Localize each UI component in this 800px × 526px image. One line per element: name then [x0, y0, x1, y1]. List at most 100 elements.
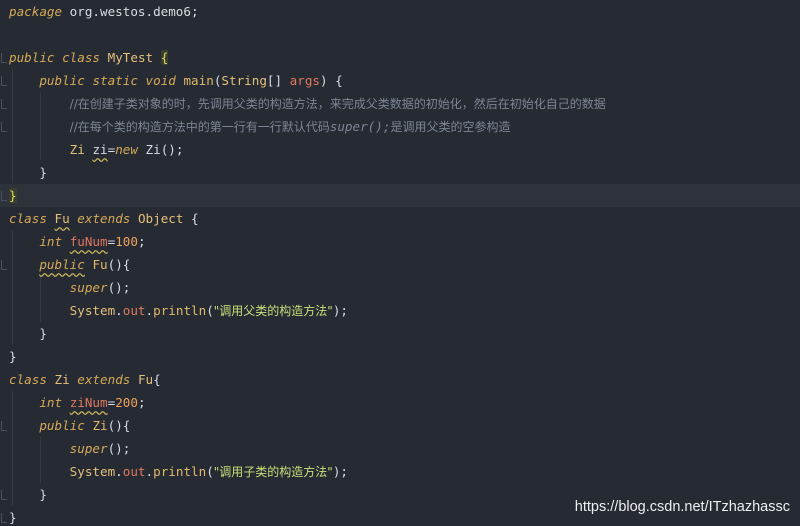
code-line[interactable]: //在创建子类对象的时，先调用父类的构造方法，来完成父类数据的初始化，然后在初始… — [0, 92, 800, 115]
code-line[interactable]: int ziNum=200; — [0, 391, 800, 414]
watermark: https://blog.csdn.net/ITzhazhassc — [574, 499, 790, 515]
keyword: extends — [77, 211, 131, 226]
fold-marker-icon[interactable] — [1, 490, 7, 500]
keyword: package — [9, 4, 63, 19]
code-line[interactable]: } — [0, 322, 800, 345]
comment: super(); — [329, 119, 391, 134]
keyword: super — [69, 280, 108, 295]
brace: { — [160, 50, 169, 65]
code-line[interactable]: } — [0, 161, 800, 184]
fold-marker-icon[interactable] — [1, 99, 7, 109]
class-name: System — [69, 464, 116, 479]
code-line[interactable]: super(); — [0, 437, 800, 460]
keyword: public — [39, 418, 85, 433]
number-literal: 200 — [115, 395, 138, 410]
punctuation: ; — [137, 395, 146, 410]
keyword: void — [145, 73, 176, 88]
field-name: out — [122, 303, 146, 318]
class-name: MyTest — [107, 50, 154, 65]
keyword: class — [9, 211, 47, 226]
field-name: fuNum — [69, 234, 108, 249]
keyword: new — [115, 142, 138, 157]
class-name: Zi — [54, 372, 70, 387]
keyword: public — [9, 50, 55, 65]
type-name: String — [221, 73, 267, 88]
punctuation: ; — [137, 234, 146, 249]
brace: } — [9, 510, 17, 525]
number-literal: 100 — [115, 234, 138, 249]
type-name: Zi — [69, 142, 85, 157]
code-line[interactable]: public class MyTest { — [0, 46, 800, 69]
code-line[interactable]: package org.westos.demo6; — [0, 0, 800, 23]
punctuation: ( — [206, 303, 214, 318]
comment: //在每个类的构造方法中的第一行有一行默认代码 — [69, 120, 330, 134]
fold-marker-icon[interactable] — [1, 191, 7, 201]
code-line[interactable]: int fuNum=100; — [0, 230, 800, 253]
keyword: int — [39, 395, 63, 410]
code-line[interactable]: class Zi extends Fu{ — [0, 368, 800, 391]
fold-marker-icon[interactable] — [1, 53, 7, 63]
brace: } — [9, 349, 17, 364]
code-line[interactable]: public Fu(){ — [0, 253, 800, 276]
parameter-name: args — [289, 73, 320, 88]
keyword: int — [39, 234, 63, 249]
punctuation: (){ — [107, 257, 131, 272]
brace: } — [39, 165, 47, 180]
fold-marker-icon[interactable] — [1, 122, 7, 132]
class-name: Object — [137, 211, 184, 226]
fold-marker-icon[interactable] — [1, 513, 7, 523]
code-line[interactable]: System.out.println("调用子类的构造方法"); — [0, 460, 800, 483]
keyword: public — [39, 257, 85, 272]
punctuation: (){ — [107, 418, 131, 433]
class-name: Fu — [54, 211, 70, 226]
punctuation: . — [145, 464, 154, 479]
punctuation: (); — [107, 280, 131, 295]
class-name: System — [69, 303, 116, 318]
punctuation: ) { — [320, 73, 343, 88]
keyword: extends — [77, 372, 131, 387]
string-literal: "调用父类的构造方法" — [213, 304, 333, 318]
keyword: class — [9, 372, 47, 387]
fold-marker-icon[interactable] — [1, 76, 7, 86]
punctuation: (); — [107, 441, 131, 456]
punctuation: [] — [266, 73, 290, 88]
method-name: println — [153, 464, 207, 479]
code-editor[interactable]: package org.westos.demo6; public class M… — [0, 0, 800, 526]
variable-name: zi — [92, 142, 108, 157]
code-line[interactable]: public static void main(String[] args) { — [0, 69, 800, 92]
package-name: org.westos.demo6; — [62, 4, 199, 19]
punctuation: . — [145, 303, 154, 318]
code-line[interactable]: public Zi(){ — [0, 414, 800, 437]
method-name: main — [183, 73, 214, 88]
punctuation: ); — [332, 303, 348, 318]
code-line[interactable]: class Fu extends Object { — [0, 207, 800, 230]
brace: { — [183, 211, 199, 226]
code-line[interactable]: System.out.println("调用父类的构造方法"); — [0, 299, 800, 322]
current-code-line[interactable]: } — [0, 184, 800, 207]
keyword: static — [92, 73, 138, 88]
code-line[interactable]: super(); — [0, 276, 800, 299]
punctuation: ( — [206, 464, 214, 479]
keyword: class — [62, 50, 101, 65]
code-line[interactable]: } — [0, 345, 800, 368]
field-name: ziNum — [69, 395, 108, 410]
constructor-call: Zi(); — [137, 142, 184, 157]
string-literal: "调用子类的构造方法" — [213, 465, 333, 479]
constructor-name: Zi — [92, 418, 108, 433]
code-line[interactable]: Zi zi=new Zi(); — [0, 138, 800, 161]
brace: { — [153, 372, 161, 387]
comment: 是调用父类的空参构造 — [390, 120, 511, 134]
punctuation: ); — [332, 464, 348, 479]
code-line[interactable]: //在每个类的构造方法中的第一行有一行默认代码super();是调用父类的空参构… — [0, 115, 800, 138]
brace: } — [39, 326, 47, 341]
punctuation: . — [115, 464, 123, 479]
class-name: Fu — [137, 372, 154, 387]
comment: //在创建子类对象的时，先调用父类的构造方法，来完成父类数据的初始化，然后在初始… — [69, 97, 606, 111]
fold-marker-icon[interactable] — [1, 260, 7, 270]
punctuation: . — [115, 303, 123, 318]
brace: } — [9, 188, 17, 203]
keyword: super — [69, 441, 108, 456]
fold-marker-icon[interactable] — [1, 421, 7, 431]
brace: } — [39, 487, 47, 502]
constructor-name: Fu — [92, 257, 108, 272]
